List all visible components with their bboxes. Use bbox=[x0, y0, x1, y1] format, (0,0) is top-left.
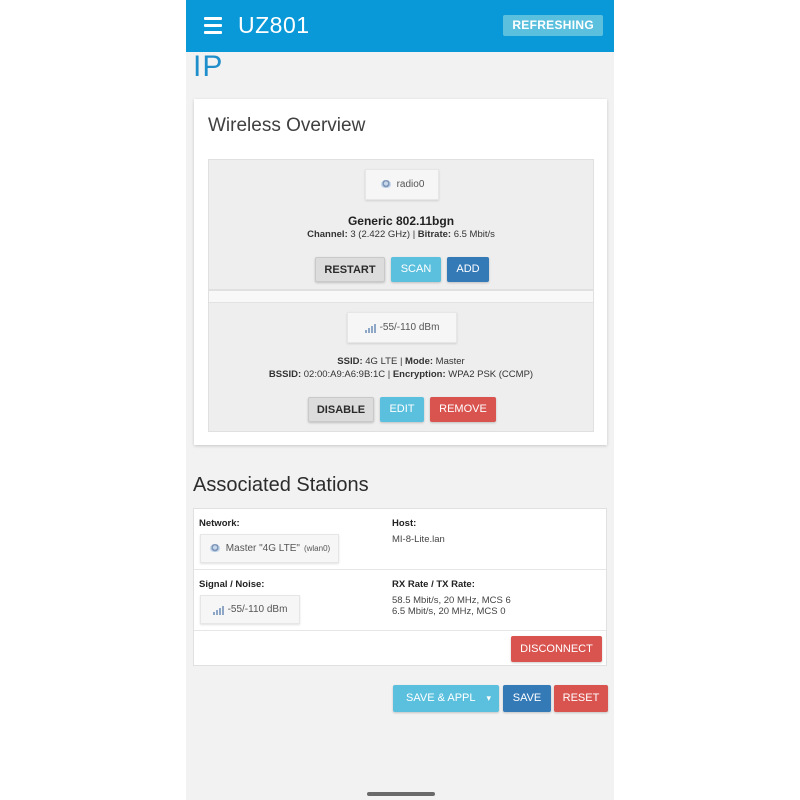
bitrate-value: 6.5 Mbit/s bbox=[453, 229, 495, 240]
channel-value: 3 (2.422 GHz) bbox=[350, 229, 411, 240]
edit-button[interactable]: EDIT bbox=[380, 397, 424, 422]
disconnect-button[interactable]: DISCONNECT bbox=[511, 636, 602, 662]
bssid-encryption-info: BSSID: 02:00:A9:A6:9B:1C | Encryption: W… bbox=[268, 369, 534, 380]
phone-screen: UZ801 REFRESHING IP Wireless Overview ra… bbox=[186, 0, 614, 800]
ssid-mode-info: SSID: 4G LTE | Mode: Master bbox=[337, 356, 465, 367]
hamburger-menu-icon[interactable] bbox=[204, 17, 222, 34]
ssid-value: 4G LTE bbox=[365, 356, 398, 367]
radio-badge-label: radio0 bbox=[396, 179, 425, 190]
network-label: Network: bbox=[199, 518, 240, 529]
host-label: Host: bbox=[392, 518, 417, 529]
save-and-apply-label: SAVE & APPL bbox=[406, 692, 476, 704]
refreshing-button[interactable]: REFRESHING bbox=[503, 15, 603, 36]
station-row-network: Network: Master "4G LTE" (wlan0) Host: M… bbox=[194, 509, 606, 570]
wireless-overview-title: Wireless Overview bbox=[208, 115, 366, 136]
dropdown-caret-icon[interactable]: ▾ bbox=[486, 685, 491, 712]
scan-button[interactable]: SCAN bbox=[391, 257, 441, 282]
signal-badge-label: -55/-110 dBm bbox=[379, 322, 440, 333]
save-and-apply-button[interactable]: SAVE & APPL ▾ bbox=[393, 685, 499, 712]
station-network-iface: (wlan0) bbox=[303, 544, 331, 553]
station-signal-badge: -55/-110 dBm bbox=[200, 595, 300, 624]
radio-device-panel: radio0 Generic 802.11bgn Channel: 3 (2.4… bbox=[208, 159, 594, 290]
signal-strength-icon bbox=[364, 323, 376, 333]
remove-button[interactable]: REMOVE bbox=[430, 397, 496, 422]
signal-badge: -55/-110 dBm bbox=[347, 312, 457, 343]
wireless-network-panel: -55/-110 dBm SSID: 4G LTE | Mode: Master… bbox=[208, 290, 594, 432]
station-signal-value: -55/-110 dBm bbox=[227, 604, 288, 615]
radio-badge: radio0 bbox=[365, 169, 439, 200]
app-title: UZ801 bbox=[238, 12, 310, 38]
bssid-value: 02:00:A9:A6:9B:1C bbox=[303, 369, 386, 380]
station-network-badge: Master "4G LTE" (wlan0) bbox=[200, 534, 339, 563]
radio-device-name: Generic 802.11bgn bbox=[347, 214, 455, 228]
app-bar: UZ801 REFRESHING bbox=[186, 0, 614, 52]
wireless-overview-card: Wireless Overview radio0 Generic 802.11b… bbox=[194, 99, 607, 445]
rx-rate-value: 58.5 Mbit/s, 20 MHz, MCS 6 bbox=[392, 595, 511, 606]
signal-noise-label: Signal / Noise: bbox=[199, 579, 265, 590]
restart-button[interactable]: RESTART bbox=[315, 257, 385, 282]
home-indicator[interactable] bbox=[367, 792, 435, 796]
reset-button[interactable]: RESET bbox=[554, 685, 608, 712]
station-row-signal: Signal / Noise: -55/-110 dBm RX Rate / T… bbox=[194, 570, 606, 631]
encryption-value: WPA2 PSK (CCMP) bbox=[448, 369, 534, 380]
channel-label: Channel: bbox=[307, 229, 348, 240]
mode-value: Master bbox=[435, 356, 465, 367]
save-button[interactable]: SAVE bbox=[503, 685, 551, 712]
disable-button[interactable]: DISABLE bbox=[308, 397, 374, 422]
tx-rate-value: 6.5 Mbit/s, 20 MHz, MCS 0 bbox=[392, 606, 506, 617]
radio-channel-info: Channel: 3 (2.422 GHz) | Bitrate: 6.5 Mb… bbox=[307, 229, 495, 240]
add-button[interactable]: ADD bbox=[447, 257, 489, 282]
rx-tx-rate-label: RX Rate / TX Rate: bbox=[392, 579, 475, 590]
associated-stations-table: Network: Master "4G LTE" (wlan0) Host: M… bbox=[193, 508, 607, 666]
wifi-radio-icon bbox=[209, 543, 222, 554]
signal-strength-icon bbox=[212, 605, 224, 615]
bitrate-label: Bitrate: bbox=[417, 229, 452, 240]
host-value: MI-8-Lite.lan bbox=[392, 534, 445, 545]
wifi-radio-icon bbox=[380, 179, 393, 190]
station-network-name: Master "4G LTE" bbox=[225, 543, 300, 554]
associated-stations-title: Associated Stations bbox=[193, 474, 369, 496]
section-heading-partial: IP bbox=[193, 50, 224, 83]
